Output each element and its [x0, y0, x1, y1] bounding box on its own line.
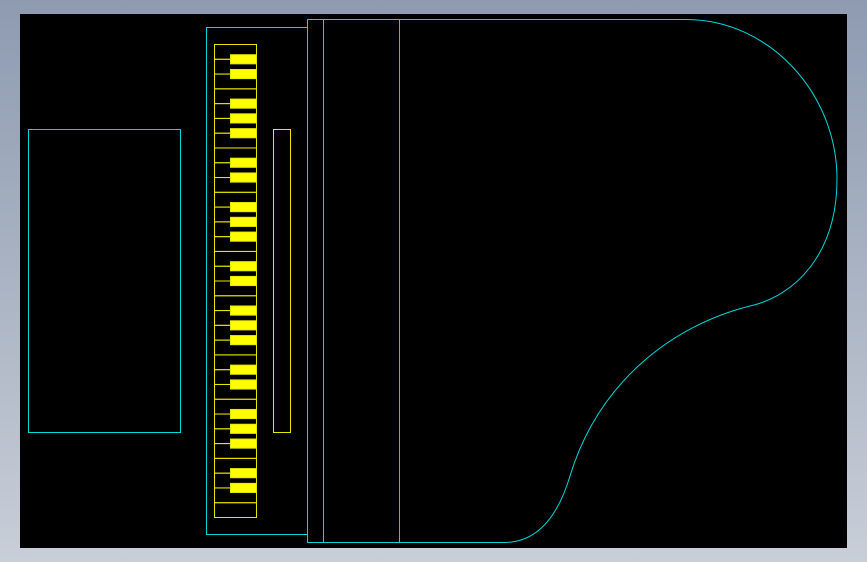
black-key [230, 68, 257, 80]
black-key [230, 261, 257, 272]
black-key [230, 379, 257, 390]
piano-drawing [28, 19, 838, 543]
black-key [230, 98, 257, 109]
black-key [230, 231, 257, 242]
black-key [230, 216, 257, 227]
black-key [230, 408, 257, 420]
black-key [230, 320, 257, 331]
black-key [230, 364, 257, 375]
key-slip-rail [307, 19, 324, 543]
black-key [230, 275, 257, 287]
music-desk [273, 129, 291, 433]
black-key [230, 128, 257, 139]
black-key [230, 423, 257, 434]
keyboard [214, 44, 257, 519]
cad-viewport[interactable] [20, 14, 847, 548]
black-key [230, 335, 257, 346]
black-key [230, 202, 257, 213]
black-key [230, 305, 257, 316]
white-key [214, 502, 257, 519]
black-key [230, 113, 257, 124]
black-key [230, 438, 257, 449]
black-key [230, 54, 257, 65]
piano-case-outline [323, 19, 838, 543]
black-key [230, 157, 257, 168]
piano-bench [28, 129, 181, 433]
black-key [230, 468, 257, 479]
black-key [230, 172, 257, 183]
black-key [230, 482, 257, 494]
